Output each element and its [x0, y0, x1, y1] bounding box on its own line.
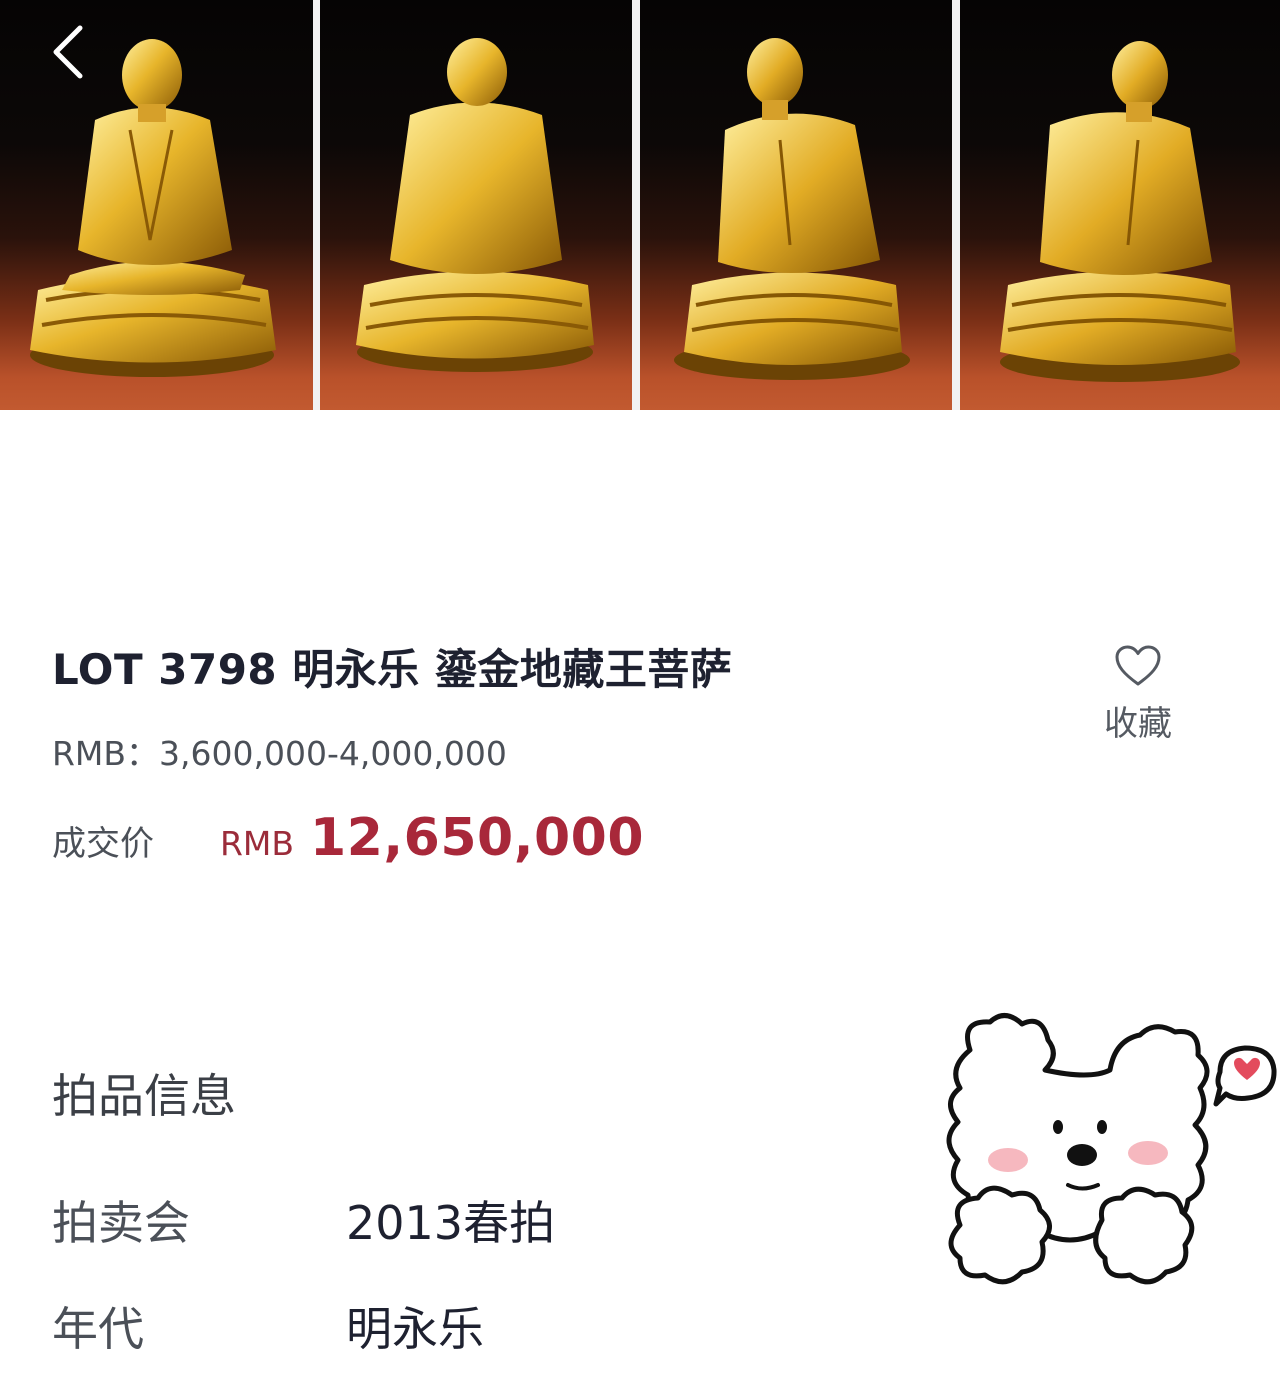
chevron-left-icon: [53, 25, 83, 79]
bear-sticker: [930, 1010, 1280, 1300]
bodhisattva-statue-back-image: [356, 38, 594, 372]
info-key: 年代: [52, 1302, 144, 1356]
estimate-value: 3,600,000-4,000,000: [159, 734, 507, 773]
hammer-price-amount: 12,650,000: [310, 808, 645, 868]
info-row-era: 年代 明永乐: [52, 1296, 484, 1356]
heart-outline-icon: [1115, 645, 1161, 686]
info-value: 明永乐: [346, 1302, 484, 1356]
gallery-photo-right[interactable]: [960, 0, 1280, 410]
info-value: 2013春拍: [346, 1196, 556, 1250]
estimate-label: RMB：: [52, 734, 160, 773]
fluffy-bear-icon: [946, 1013, 1277, 1285]
section-title-lot-info: 拍品信息: [52, 1069, 236, 1123]
info-row-auction: 拍卖会 2013春拍: [52, 1190, 555, 1250]
photo-gallery: [0, 0, 1280, 410]
hammer-price: 成交价 RMB 12,650,000: [52, 808, 644, 868]
favorite-label: 收藏: [1104, 704, 1172, 744]
hammer-price-label: 成交价: [52, 824, 154, 864]
bodhisattva-statue-right-image: [1000, 41, 1240, 382]
info-key: 拍卖会: [52, 1196, 190, 1250]
hammer-price-currency: RMB: [220, 824, 295, 863]
gallery-photo-left[interactable]: [640, 0, 952, 410]
favorite-button[interactable]: 收藏: [1096, 644, 1180, 754]
gallery-photo-back[interactable]: [320, 0, 632, 410]
bodhisattva-statue-left-image: [674, 38, 910, 380]
lot-title: LOT 3798 明永乐 鎏金地藏王菩萨: [52, 645, 733, 694]
back-button[interactable]: [46, 22, 96, 82]
estimate-range: RMB：3,600,000-4,000,000: [52, 727, 507, 775]
